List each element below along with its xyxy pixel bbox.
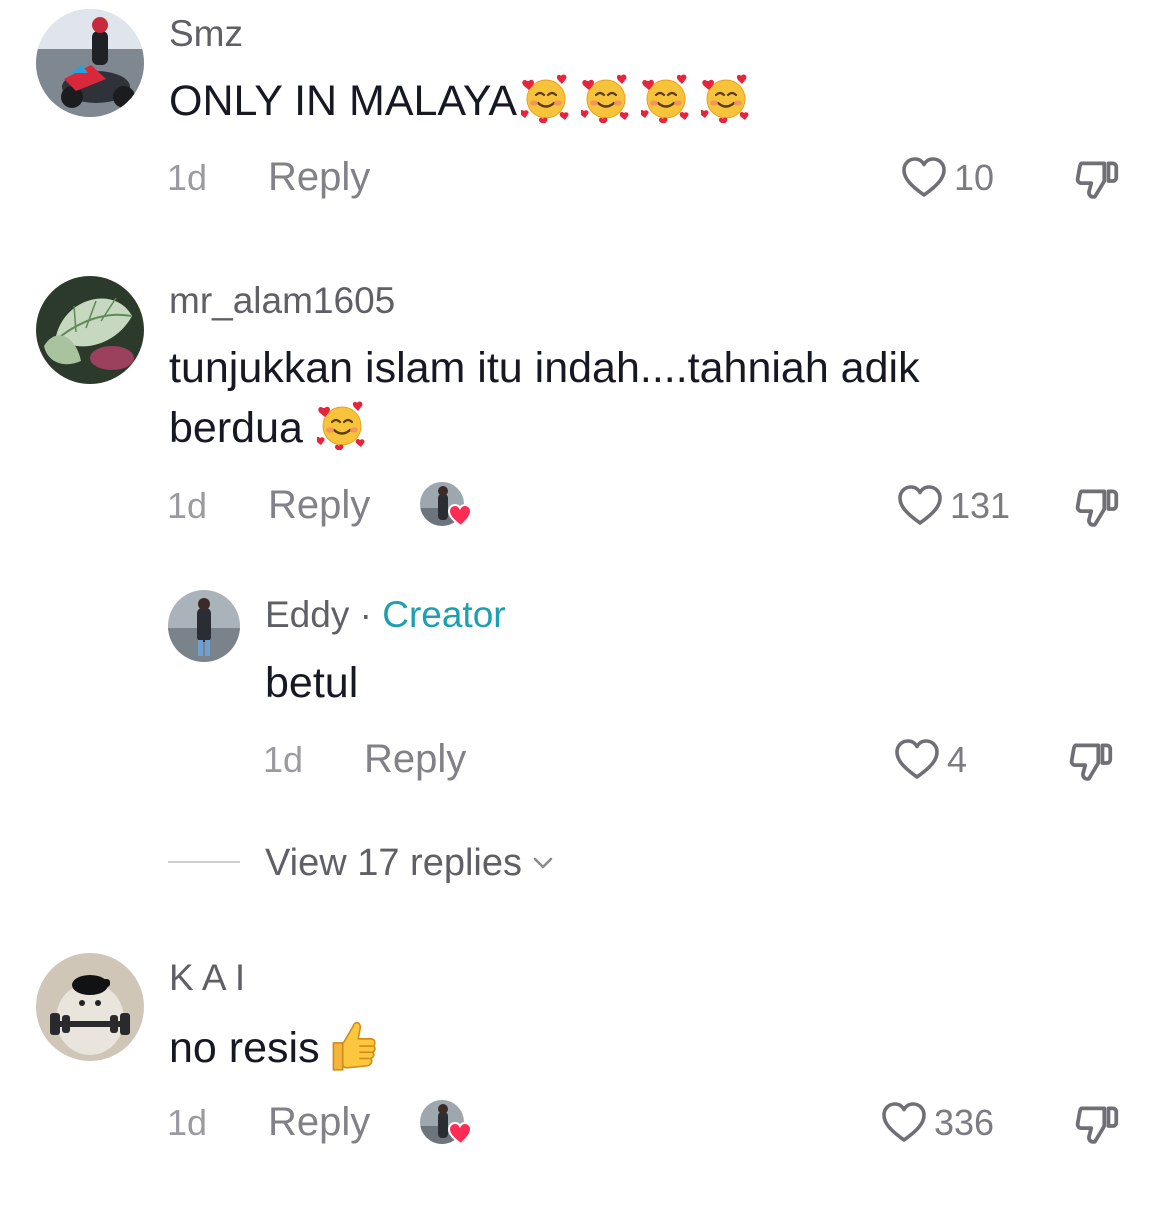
dislike-button[interactable] xyxy=(1072,1100,1122,1155)
heart-icon xyxy=(896,482,944,530)
reply-username: Eddy · Creator xyxy=(265,593,506,637)
comment-text: no resis xyxy=(169,1016,378,1077)
smiling-face-with-hearts-icon xyxy=(521,73,571,123)
divider-line xyxy=(168,861,240,863)
comment-timestamp: 1d xyxy=(167,485,208,526)
heart-icon xyxy=(893,736,941,784)
like-count: 10 xyxy=(954,157,995,198)
like-button[interactable]: 131 xyxy=(896,482,1010,530)
reply-button[interactable]: Reply xyxy=(268,482,370,528)
thumbs-down-icon xyxy=(1072,155,1122,205)
comment-text-line-1: tunjukkan islam itu indah....tahniah adi… xyxy=(169,344,920,392)
dislike-button[interactable] xyxy=(1072,155,1122,210)
like-count: 4 xyxy=(947,739,968,780)
thumbs-down-icon xyxy=(1072,1100,1122,1150)
smiling-face-with-hearts-icon xyxy=(317,400,367,450)
smiling-face-with-hearts-icon xyxy=(701,73,751,123)
like-button[interactable]: 4 xyxy=(893,736,967,784)
reply-button[interactable]: Reply xyxy=(268,1099,370,1145)
view-replies-label: View 17 replies xyxy=(265,842,523,884)
chevron-down-icon xyxy=(533,857,553,869)
comment-text-body: ONLY IN MALAYA xyxy=(169,77,518,125)
like-button[interactable]: 10 xyxy=(900,154,994,202)
like-button[interactable]: 336 xyxy=(880,1099,994,1147)
heart-icon xyxy=(880,1099,928,1147)
comment-text-body: berdua xyxy=(169,404,303,452)
like-count: 131 xyxy=(950,485,1011,526)
thumbs-down-icon xyxy=(1066,737,1116,787)
like-count: 336 xyxy=(934,1102,995,1143)
comment-text-body: no resis xyxy=(169,1024,320,1072)
reply-timestamp: 1d xyxy=(263,739,304,780)
view-replies-button[interactable]: View 17 replies xyxy=(265,840,558,886)
dislike-button[interactable] xyxy=(1066,737,1116,792)
reply-text: betul xyxy=(265,659,359,707)
dislike-button[interactable] xyxy=(1072,483,1122,538)
comment-timestamp: 1d xyxy=(167,157,208,198)
liked-by-creator-badge xyxy=(418,480,474,532)
heart-icon xyxy=(900,154,948,202)
separator-dot: · xyxy=(349,594,383,635)
avatar[interactable] xyxy=(36,953,144,1061)
comment-username[interactable]: mr_alam1605 xyxy=(169,279,395,323)
smiling-face-with-hearts-icon xyxy=(581,73,631,123)
avatar[interactable] xyxy=(36,276,144,384)
liked-by-creator-badge xyxy=(418,1098,474,1150)
reply-author-name[interactable]: Eddy xyxy=(265,594,349,635)
thumbs-down-icon xyxy=(1072,483,1122,533)
creator-badge: Creator xyxy=(382,594,506,635)
avatar[interactable] xyxy=(36,9,144,117)
reply-button[interactable]: Reply xyxy=(364,736,466,782)
comment-username[interactable]: Smz xyxy=(169,12,243,56)
comment-text: ONLY IN MALAYA xyxy=(169,72,751,130)
thumbs-up-icon xyxy=(324,1016,378,1074)
comment-text-line-2: berdua xyxy=(169,399,367,457)
avatar[interactable] xyxy=(168,590,240,662)
reply-button[interactable]: Reply xyxy=(268,154,370,200)
smiling-face-with-hearts-icon xyxy=(641,73,691,123)
comment-username[interactable]: K A I xyxy=(169,956,245,1000)
comment-timestamp: 1d xyxy=(167,1102,208,1143)
